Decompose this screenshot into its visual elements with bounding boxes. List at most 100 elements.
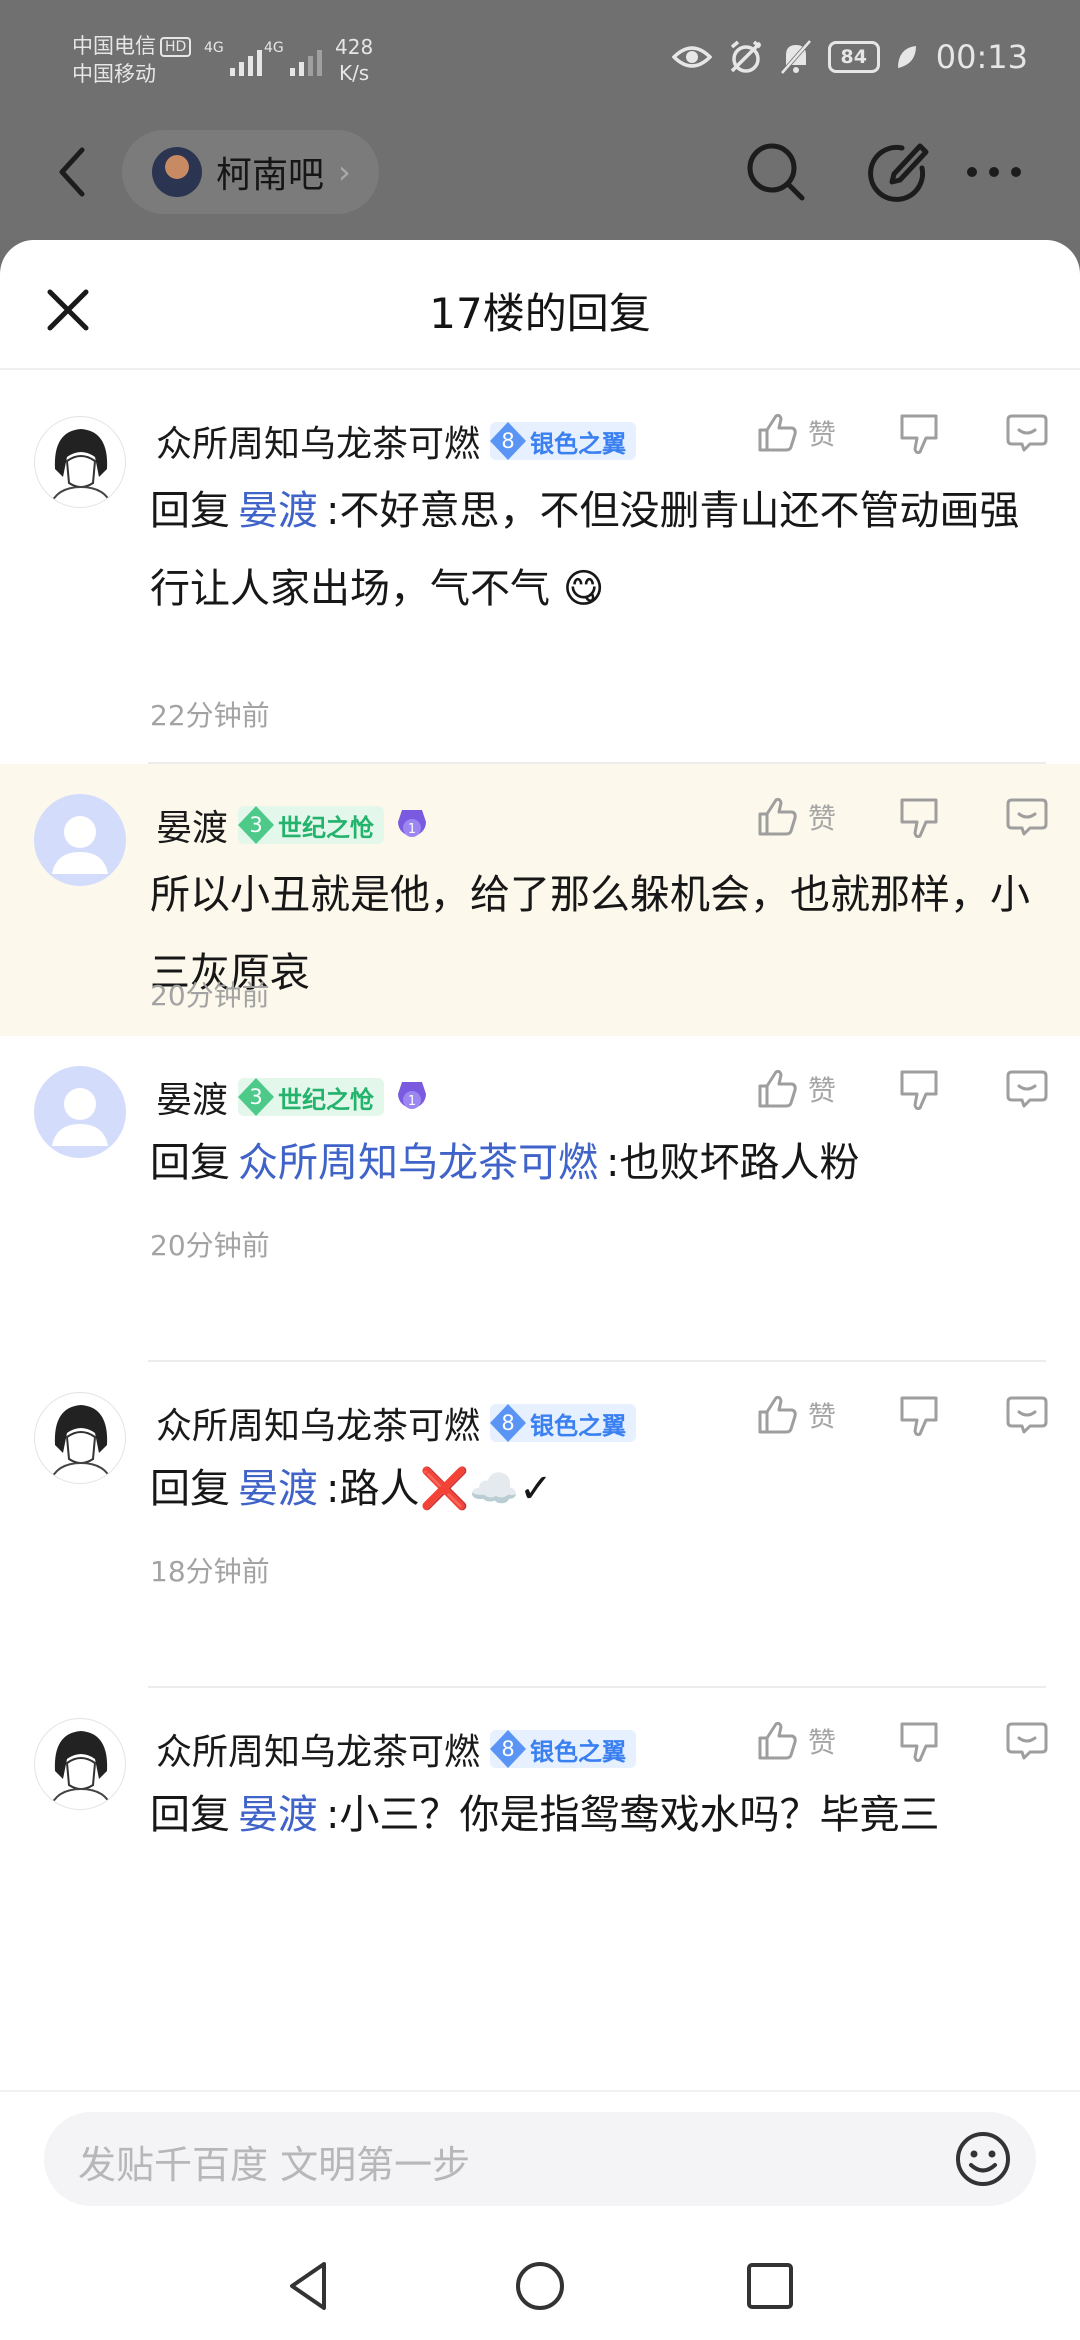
mention-link[interactable]: 众所周知乌龙茶可燃	[238, 1140, 598, 1186]
forum-chip[interactable]: 柯南吧 ›	[122, 130, 379, 214]
dislike-button[interactable]	[896, 794, 942, 840]
back-icon[interactable]	[44, 142, 104, 202]
name-row: 众所周知乌龙茶可燃 8 银色之翼	[156, 415, 637, 467]
input-placeholder: 发贴千百度 文明第一步	[78, 2143, 471, 2187]
reply-content: 回复 晏渡:小三？你是指鸳鸯戏水吗？毕竟三	[150, 1792, 940, 1838]
nav-back-icon[interactable]	[280, 2256, 340, 2316]
reply-time: 18分钟前	[150, 1555, 270, 1588]
signal-icon: 4G	[204, 40, 262, 76]
reply-input[interactable]: 发贴千百度 文明第一步	[44, 2112, 1036, 2206]
svg-text:1: 1	[408, 822, 416, 837]
username[interactable]: 众所周知乌龙茶可燃	[156, 1723, 480, 1775]
mute-icon	[780, 39, 812, 75]
carrier-1: 中国电信	[72, 34, 156, 58]
reply-actions: 赞	[754, 1066, 1050, 1112]
status-bar: 中国电信 HD 中国移动 4G 4G 428 K/s 84 00:13	[0, 0, 1080, 120]
thumbs-down-icon	[900, 414, 938, 455]
level-badge[interactable]: 8 银色之翼	[490, 1404, 637, 1442]
reply-actions: 赞	[754, 1392, 1050, 1438]
alarm-off-icon	[730, 40, 762, 73]
sheet-title: 17楼的回复	[429, 289, 651, 338]
mention-link[interactable]: 晏渡	[238, 1792, 318, 1838]
battery-icon: 84	[827, 41, 880, 73]
comment-icon	[1006, 1722, 1048, 1760]
user-avatar[interactable]	[34, 1392, 126, 1484]
user-avatar[interactable]	[34, 1066, 126, 1158]
reply-item-highlighted: 晏渡 3世纪之怆 1 赞 所以小丑就是他，给了那么躲机会，也就那样，小三灰原哀	[0, 764, 1080, 1036]
more-icon[interactable]	[958, 136, 1030, 208]
mention-link[interactable]: 晏渡	[238, 1466, 318, 1512]
username[interactable]: 晏渡	[156, 799, 228, 851]
username[interactable]: 众所周知乌龙茶可燃	[156, 1397, 480, 1449]
forum-avatar	[152, 147, 202, 197]
level-badge[interactable]: 3 世纪之怆	[238, 1078, 385, 1116]
comment-button[interactable]	[1004, 1392, 1050, 1438]
reply-content: 回复 众所周知乌龙茶可燃:也败坏路人粉	[150, 1140, 860, 1186]
dislike-button[interactable]	[896, 1066, 942, 1112]
dislike-button[interactable]	[896, 1718, 942, 1764]
reply-actions: 赞	[754, 410, 1050, 456]
comment-button[interactable]	[1004, 410, 1050, 456]
comment-icon	[1006, 414, 1048, 452]
reply-content: 所以小丑就是他，给了那么躲机会，也就那样，小三灰原哀	[150, 872, 1030, 996]
thumbs-down-icon	[900, 1722, 938, 1763]
reply-item: 晏渡 3 世纪之怆 1 赞 回复 众所周知乌龙茶可燃:也败坏路人粉 20分钟前	[0, 1036, 1080, 1362]
system-nav-bar	[0, 2230, 1080, 2340]
thumbs-down-icon	[900, 1396, 938, 1437]
comment-button[interactable]	[1004, 794, 1050, 840]
leaf-icon	[897, 46, 916, 68]
eye-icon	[671, 46, 712, 68]
level-badge[interactable]: 8 银色之翼	[490, 1730, 637, 1768]
sheet-header: 17楼的回复	[0, 240, 1080, 370]
search-icon[interactable]	[740, 136, 812, 208]
comment-icon	[1006, 1396, 1048, 1434]
reply-item: 众所周知乌龙茶可燃 8 银色之翼 赞 回复 晏渡:小三？你是指鸳鸯戏水吗？毕竟三	[0, 1688, 1080, 1988]
reply-list[interactable]: 众所周知乌龙茶可燃 8 银色之翼 赞 回复 晏渡:不好意思，不但没删青山还不管动画强…	[0, 372, 1080, 2090]
like-button[interactable]: 赞	[754, 1066, 854, 1112]
thumbs-up-icon	[758, 797, 797, 836]
reply-time: 22分钟前	[150, 699, 270, 732]
clock: 00:13	[935, 38, 1028, 76]
name-row: 众所周知乌龙茶可燃 8 银色之翼	[156, 1397, 637, 1449]
comment-button[interactable]	[1004, 1066, 1050, 1112]
reply-input-bar: 发贴千百度 文明第一步	[0, 2090, 1080, 2230]
medal-icon: 1	[398, 810, 427, 837]
carrier-2: 中国移动	[72, 62, 156, 86]
mention-link[interactable]: 晏渡	[238, 488, 318, 534]
thumbs-up-icon	[758, 1069, 797, 1108]
like-button[interactable]: 赞	[754, 1392, 854, 1438]
thumbs-up-icon	[758, 1395, 797, 1434]
nav-recents-icon[interactable]	[740, 2256, 800, 2316]
top-nav: 柯南吧 ›	[0, 120, 1080, 240]
name-row: 众所周知乌龙茶可燃 8 银色之翼	[156, 1723, 637, 1775]
thumbs-down-icon	[900, 1070, 938, 1111]
svg-text:1: 1	[408, 1094, 416, 1109]
like-button[interactable]: 赞	[754, 410, 854, 456]
like-button[interactable]: 赞	[754, 1718, 854, 1764]
reply-item: 众所周知乌龙茶可燃 8 银色之翼 赞 回复 晏渡:路人❌☁️✓ 18分钟前	[0, 1362, 1080, 1688]
user-avatar[interactable]	[34, 794, 126, 886]
reply-actions: 赞	[754, 794, 1050, 840]
thumbs-down-icon	[900, 798, 938, 839]
compose-icon[interactable]	[862, 136, 934, 208]
dislike-button[interactable]	[896, 410, 942, 456]
username[interactable]: 众所周知乌龙茶可燃	[156, 415, 480, 467]
user-avatar[interactable]	[34, 1718, 126, 1810]
reply-item: 众所周知乌龙茶可燃 8 银色之翼 赞 回复 晏渡:不好意思，不但没删青山还不管动画强…	[0, 372, 1080, 764]
reply-sheet: 17楼的回复 众所周知乌龙茶可燃 8 银色之翼 赞 回复 晏渡:不好意思，不但…	[0, 240, 1080, 2340]
level-badge[interactable]: 3 世纪之怆	[238, 806, 385, 844]
name-row: 晏渡 3 世纪之怆 1	[156, 1072, 430, 1122]
hd-badge: HD	[160, 37, 192, 57]
nav-home-icon[interactable]	[510, 2256, 570, 2316]
dislike-button[interactable]	[896, 1392, 942, 1438]
level-badge[interactable]: 8 银色之翼	[490, 422, 637, 460]
comment-button[interactable]	[1004, 1718, 1050, 1764]
username[interactable]: 晏渡	[156, 1071, 228, 1123]
thumbs-up-icon	[758, 1721, 797, 1760]
chevron-right-icon: ›	[338, 153, 351, 191]
system-icons: 84 00:13	[671, 38, 1028, 76]
user-avatar[interactable]	[34, 416, 126, 508]
emoji-icon[interactable]	[952, 2128, 1014, 2190]
reply-content: 回复 晏渡:路人❌☁️✓	[150, 1466, 553, 1512]
like-button[interactable]: 赞	[754, 794, 854, 840]
